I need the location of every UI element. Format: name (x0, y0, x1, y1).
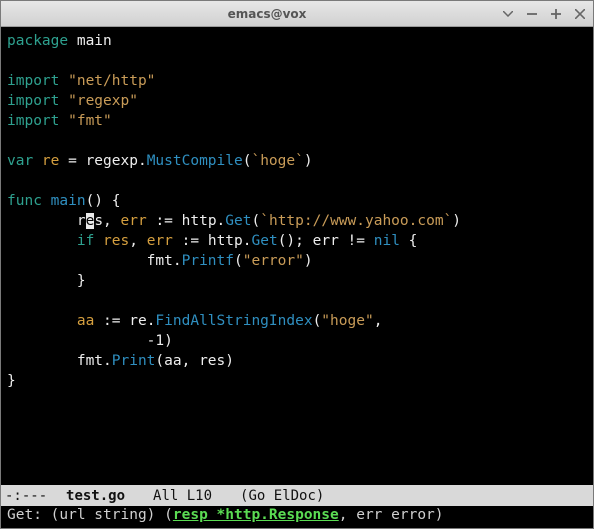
code-text: , (129, 233, 146, 249)
code-text: := http. (173, 233, 252, 249)
window-controls (501, 7, 587, 21)
code-text: -1) (7, 333, 173, 349)
minimize-icon[interactable] (525, 7, 539, 21)
code-text: ) (304, 153, 313, 169)
keyword: import (7, 93, 68, 109)
func-call: MustCompile (147, 153, 243, 169)
string: "net/http" (68, 73, 155, 89)
string: "error" (243, 253, 304, 269)
code-text: } (7, 373, 16, 389)
package-name: main (77, 33, 112, 49)
string: "hoge" (321, 313, 373, 329)
keyword: var (7, 153, 42, 169)
code-text: (aa, res) (155, 353, 234, 369)
modeline-state: -:--- (5, 488, 47, 504)
code-text: fmt. (7, 253, 182, 269)
func-call: FindAllStringIndex (155, 313, 312, 329)
keyword: if (77, 233, 103, 249)
code-text: fmt. (7, 353, 112, 369)
keyword: import (7, 113, 68, 129)
code-editor[interactable]: package main import "net/http" import "r… (1, 27, 593, 485)
buffer-name: test.go (66, 488, 125, 504)
func-call: Printf (182, 253, 234, 269)
var-name: err (121, 213, 147, 229)
code-text: } (7, 273, 86, 289)
code-text: := re. (94, 313, 155, 329)
keyword: import (7, 73, 68, 89)
var-name: err (147, 233, 173, 249)
code-text: , (374, 313, 383, 329)
window-title: emacs@vox (33, 7, 501, 21)
modeline[interactable]: -:--- test.go All L10 (Go ElDoc) (1, 485, 593, 506)
code-text: (); err != (278, 233, 374, 249)
eldoc-current-arg: resp *http.Response (173, 507, 339, 523)
code-text: ( (313, 313, 322, 329)
var-name: re (42, 153, 59, 169)
func-call: Get (225, 213, 251, 229)
string: "regexp" (68, 93, 138, 109)
code-text: { (400, 233, 417, 249)
code-text: := http. (147, 213, 226, 229)
caret-down-icon[interactable] (501, 7, 515, 21)
text-cursor: e (86, 213, 95, 229)
code-text (7, 313, 77, 329)
keyword: func (7, 193, 51, 209)
eldoc-post: , err error) (339, 507, 444, 523)
code-text (7, 233, 77, 249)
code-text: s, (94, 213, 120, 229)
code-text: ) (304, 253, 313, 269)
titlebar: emacs@vox (1, 1, 593, 27)
eldoc-pre: Get: (url string) ( (7, 507, 173, 523)
func-def: main (51, 193, 86, 209)
close-icon[interactable] (573, 7, 587, 21)
func-call: Get (252, 233, 278, 249)
code-text: ) (452, 213, 461, 229)
echo-area: Get: (url string) (resp *http.Response, … (1, 506, 593, 528)
code-text: ( (234, 253, 243, 269)
code-text: r (7, 213, 86, 229)
string: `http://www.yahoo.com` (260, 213, 452, 229)
emacs-window: emacs@vox package main import "net/http"… (0, 0, 594, 529)
keyword: package (7, 33, 77, 49)
var-name: res (103, 233, 129, 249)
modeline-position: All L10 (153, 488, 212, 504)
modeline-mode: (Go ElDoc) (240, 488, 324, 504)
string: "fmt" (68, 113, 112, 129)
code-text: = regexp. (59, 153, 146, 169)
maximize-icon[interactable] (549, 7, 563, 21)
string: `hoge` (251, 153, 303, 169)
func-call: Print (112, 353, 156, 369)
nil-literal: nil (374, 233, 400, 249)
var-name: aa (77, 313, 94, 329)
code-text: () { (86, 193, 121, 209)
code-text: ( (252, 213, 261, 229)
